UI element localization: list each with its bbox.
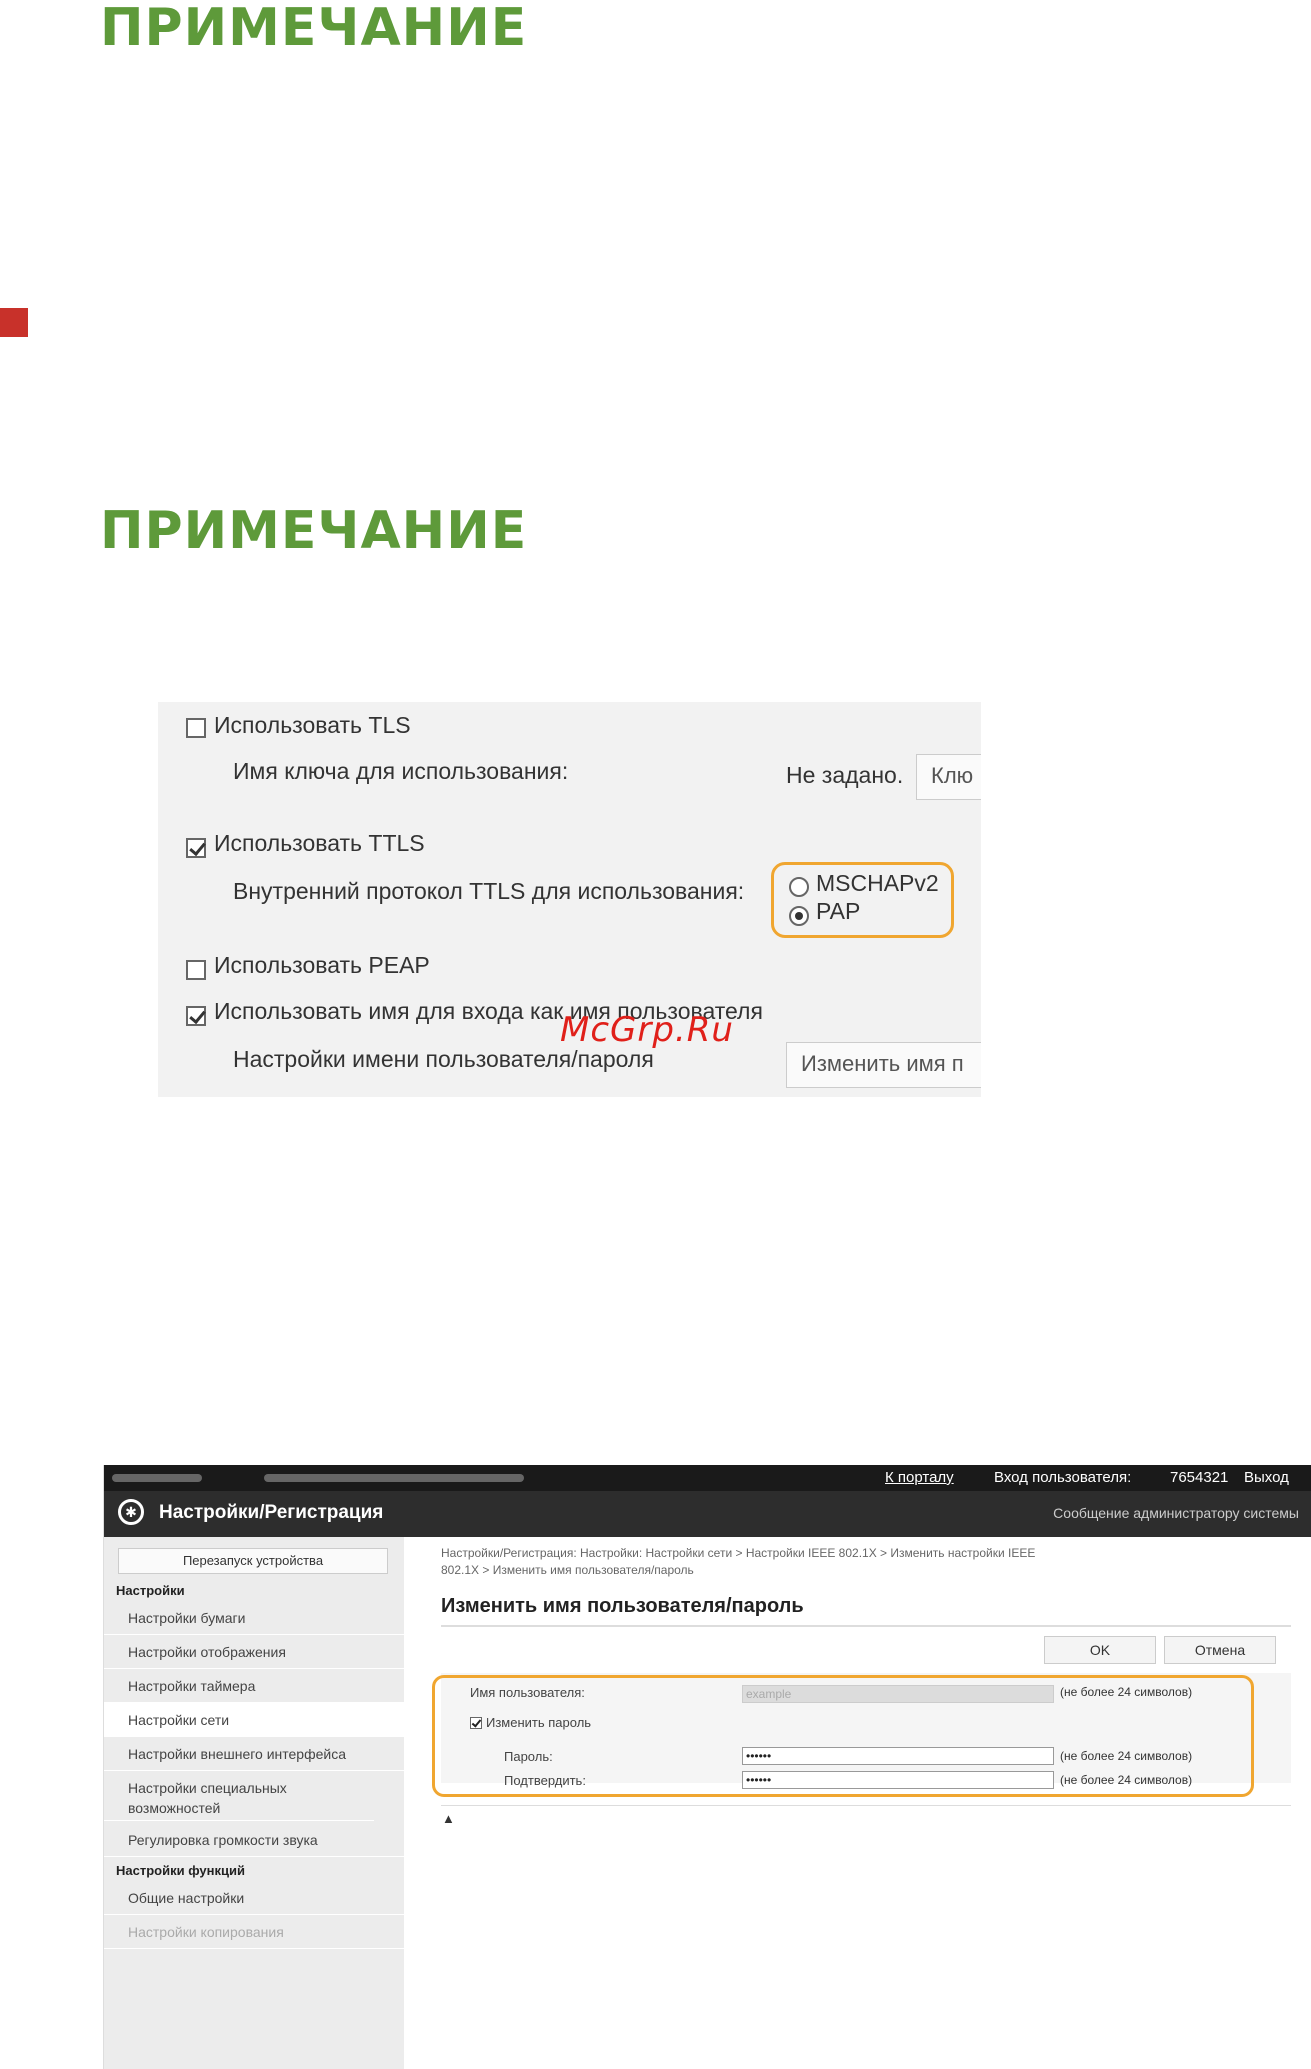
sidebar-item-external-interface[interactable]: Настройки внешнего интерфейса: [104, 1737, 404, 1771]
sidebar-item-volume[interactable]: Регулировка громкости звука: [104, 1823, 404, 1857]
top-bar: К порталу Вход пользователя: 7654321 Вых…: [104, 1465, 1311, 1491]
sidebar: Перезапуск устройства Настройки Настройк…: [104, 1537, 404, 2069]
change-user-pass-button[interactable]: Изменить имя п: [786, 1042, 981, 1088]
restart-device-button[interactable]: Перезапуск устройства: [118, 1548, 388, 1574]
cancel-button[interactable]: Отмена: [1164, 1636, 1276, 1664]
key-select-button[interactable]: Клю: [916, 754, 981, 800]
note-heading: ПРИМЕЧАНИЕ: [100, 501, 528, 561]
title-divider: [441, 1625, 1291, 1627]
form-divider: [441, 1805, 1291, 1806]
main-content: Настройки/Регистрация: Настройки: Настро…: [404, 1537, 1311, 2069]
app-title: Настройки/Регистрация: [159, 1502, 384, 1523]
key-name-label: Имя ключа для использования:: [233, 758, 569, 784]
use-tls-label: Использовать TLS: [214, 712, 411, 738]
login-user-value: 7654321: [1170, 1469, 1229, 1486]
settings-logo-icon: ✱: [118, 1499, 144, 1525]
page-title: Изменить имя пользователя/пароль: [441, 1595, 804, 1617]
portal-link[interactable]: К порталу: [885, 1469, 954, 1486]
sidebar-item-network[interactable]: Настройки сети: [104, 1703, 404, 1737]
red-page-marker: [0, 308, 28, 337]
user-pass-settings-label: Настройки имени пользователя/пароля: [233, 1046, 654, 1072]
sidebar-section-settings: Настройки: [116, 1583, 185, 1598]
app-header: ✱ Настройки/Регистрация Сообщение админи…: [104, 1491, 1311, 1537]
note-heading: ПРИМЕЧАНИЕ: [100, 0, 528, 58]
watermark: McGrp.Ru: [560, 1010, 734, 1050]
highlight-frame: [771, 862, 954, 938]
use-ttls-label: Использовать TTLS: [214, 830, 425, 856]
use-peap-checkbox[interactable]: [186, 960, 206, 980]
use-ttls-checkbox[interactable]: [186, 838, 206, 858]
use-peap-label: Использовать PEAP: [214, 952, 430, 978]
login-user-label: Вход пользователя:: [994, 1469, 1132, 1486]
sidebar-item-display[interactable]: Настройки отображения: [104, 1635, 404, 1669]
key-name-value: Не задано.: [786, 762, 904, 788]
breadcrumb: Настройки/Регистрация: Настройки: Настро…: [441, 1546, 1036, 1577]
sidebar-item-paper[interactable]: Настройки бумаги: [104, 1601, 404, 1635]
sidebar-section-functions: Настройки функций: [116, 1863, 245, 1878]
sidebar-item-accessibility[interactable]: Настройки специальных возможностей: [104, 1771, 374, 1821]
sidebar-item-timer[interactable]: Настройки таймера: [104, 1669, 404, 1703]
blurred-text: [264, 1474, 524, 1482]
highlight-frame: [432, 1675, 1254, 1797]
top-of-page-icon[interactable]: ▲: [442, 1811, 455, 1826]
ok-button[interactable]: OK: [1044, 1636, 1156, 1664]
use-login-name-checkbox[interactable]: [186, 1006, 206, 1026]
sidebar-item-common[interactable]: Общие настройки: [104, 1881, 404, 1915]
admin-message-link[interactable]: Сообщение администратору системы: [1053, 1505, 1299, 1521]
inner-protocol-label: Внутренний протокол TTLS для использован…: [233, 878, 745, 904]
use-tls-checkbox[interactable]: [186, 718, 206, 738]
logout-link[interactable]: Выход: [1244, 1469, 1289, 1486]
remote-ui-screenshot: К порталу Вход пользователя: 7654321 Вых…: [103, 1465, 1311, 2069]
blurred-text: [112, 1474, 202, 1482]
sidebar-item-copy[interactable]: Настройки копирования: [104, 1915, 404, 1949]
